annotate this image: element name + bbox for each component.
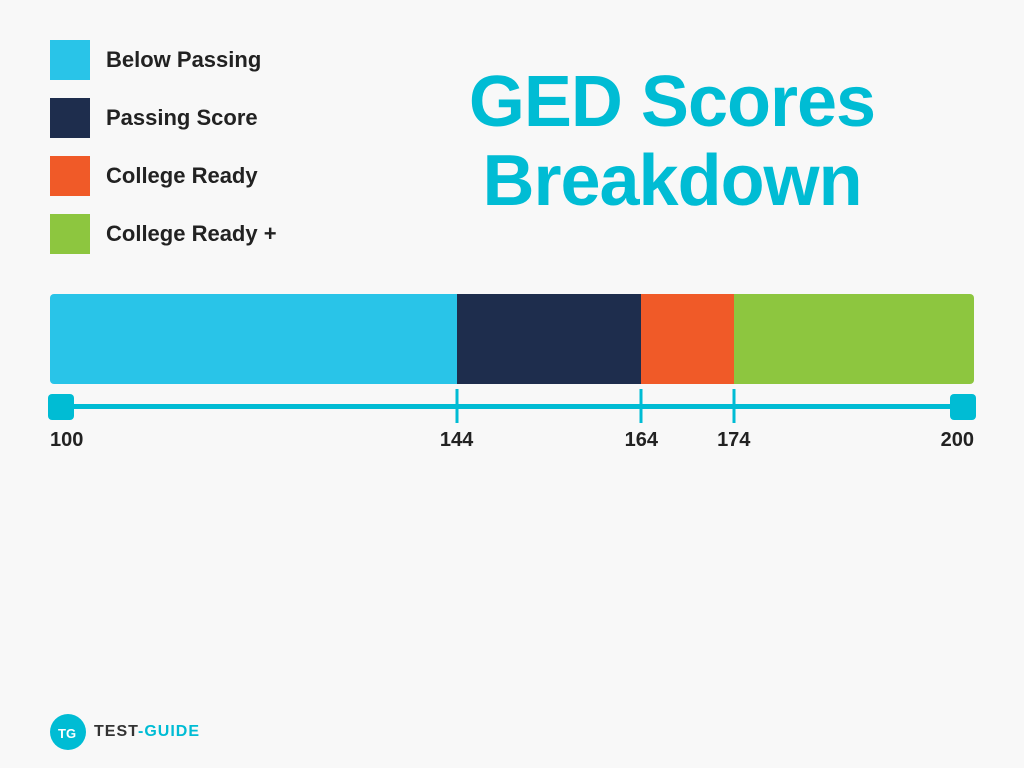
college-ready-label: College Ready	[106, 163, 258, 189]
bar-passing-score	[457, 294, 642, 384]
top-section: Below Passing Passing Score College Read…	[50, 30, 974, 254]
title-section: GED Scores Breakdown	[370, 30, 974, 254]
scale-endpoint-left	[48, 394, 74, 420]
college-ready-plus-swatch	[50, 214, 90, 254]
logo-icon: TG	[54, 718, 82, 746]
scale-tick-164	[640, 389, 643, 423]
passing-score-swatch	[50, 98, 90, 138]
scale-label-144: 144	[440, 429, 473, 452]
college-ready-plus-label: College Ready +	[106, 221, 277, 247]
scale-tick-144	[455, 389, 458, 423]
svg-text:TG: TG	[58, 726, 76, 741]
main-container: Below Passing Passing Score College Read…	[0, 0, 1024, 768]
passing-score-label: Passing Score	[106, 105, 258, 131]
legend-item-college-ready: College Ready	[50, 156, 370, 196]
scale-tick-174	[732, 389, 735, 423]
scale-endpoint-right	[950, 394, 976, 420]
footer-brand: TEST-GUIDE	[94, 723, 200, 741]
page-title: GED Scores Breakdown	[469, 63, 875, 221]
scale-label-164: 164	[625, 429, 658, 452]
scale-label-174: 174	[717, 429, 750, 452]
legend-item-college-ready-plus: College Ready +	[50, 214, 370, 254]
college-ready-swatch	[50, 156, 90, 196]
legend: Below Passing Passing Score College Read…	[50, 30, 370, 254]
legend-item-below-passing: Below Passing	[50, 40, 370, 80]
scale-line	[50, 404, 974, 409]
below-passing-swatch	[50, 40, 90, 80]
legend-item-passing-score: Passing Score	[50, 98, 370, 138]
below-passing-label: Below Passing	[106, 47, 261, 73]
scale-container: 100 144 164 174 200	[50, 384, 974, 464]
chart-section: 100 144 164 174 200	[50, 294, 974, 464]
stacked-bar	[50, 294, 974, 384]
scale-label-100: 100	[50, 429, 83, 452]
scale-label-200: 200	[941, 429, 974, 452]
bar-college-ready-plus	[734, 294, 974, 384]
footer: TG TEST-GUIDE	[50, 714, 200, 750]
footer-logo: TG	[50, 714, 86, 750]
bar-college-ready	[641, 294, 733, 384]
bar-below-passing	[50, 294, 457, 384]
